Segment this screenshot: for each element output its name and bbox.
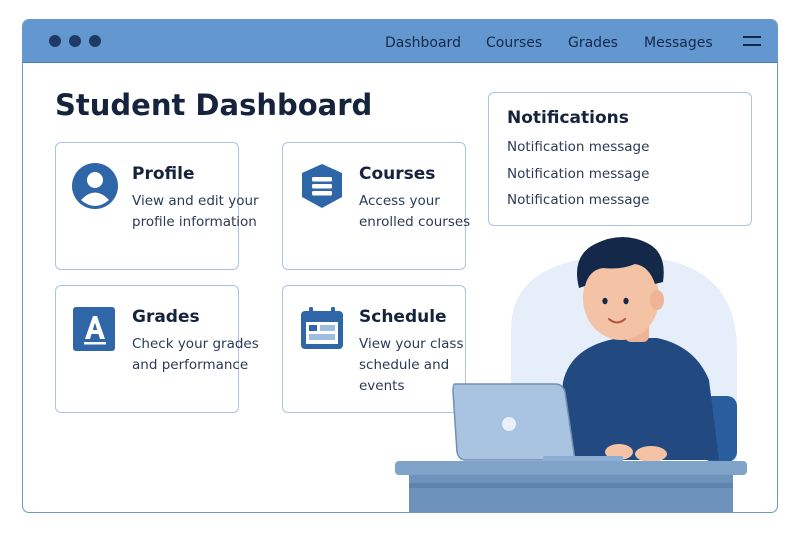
student-ear [650,290,664,310]
student-laptop-illustration [395,237,747,512]
desk-trim [409,483,733,488]
desk-top [395,461,747,475]
laptop-logo [502,417,516,431]
app-window: Dashboard Courses Grades Messages Studen… [22,19,778,513]
student-hand [635,446,667,462]
desk-body [409,475,733,512]
